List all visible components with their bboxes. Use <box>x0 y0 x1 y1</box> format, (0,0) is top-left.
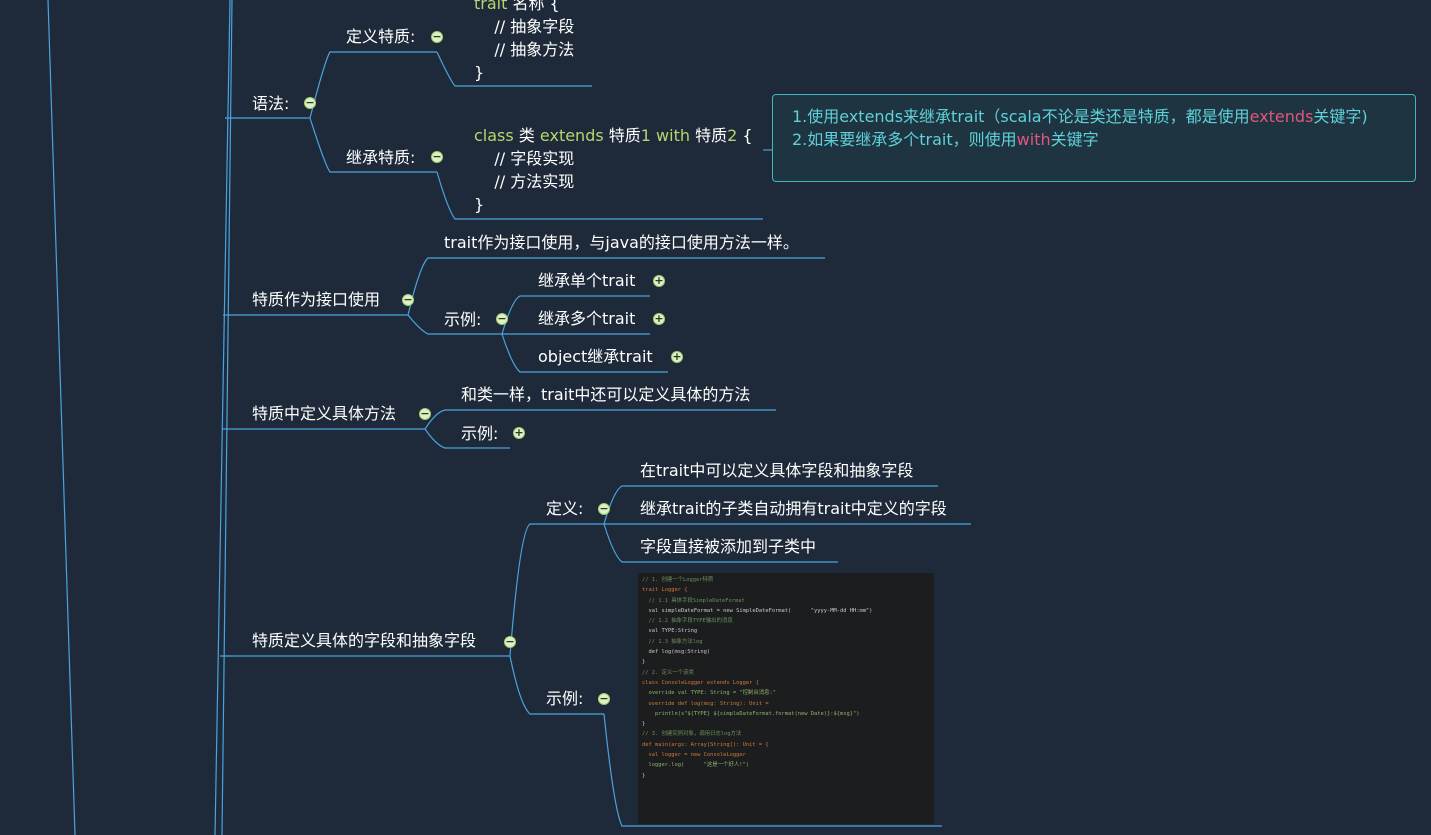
node-as-interface-desc[interactable]: trait作为接口使用，与java的接口使用方法一样。 <box>444 233 799 253</box>
note-line-1: 1.使用extends来继承trait（scala不论是类还是特质，都是使用ex… <box>792 105 1415 128</box>
code-line: override val TYPE: String = "控制台消息:" <box>642 690 777 697</box>
code-line: val logger = new ConsoleLogger <box>642 752 746 759</box>
collapse-icon[interactable]: − <box>419 408 431 420</box>
code-inherit-trait[interactable]: class 类 extends 特质1 with 特质2 { // 字段实现 /… <box>474 124 753 216</box>
node-as-interface[interactable]: 特质作为接口使用 <box>252 290 380 310</box>
expand-icon[interactable]: + <box>671 351 683 363</box>
collapse-icon[interactable]: − <box>431 31 443 43</box>
collapse-icon[interactable]: − <box>598 503 610 515</box>
code-text: // 字段实现 <box>474 149 575 168</box>
keyword-extends: extends <box>539 126 604 145</box>
code-line: val TYPE:String <box>642 628 698 635</box>
code-line: // 1. 创建一个Logger特质 <box>642 577 714 583</box>
collapse-icon[interactable]: − <box>304 97 316 109</box>
code-line: def log(msg:String) <box>642 649 711 656</box>
note-line-2: 2.如果要继承多个trait，则使用with关键字 <box>792 128 1415 151</box>
note-keyword: with <box>1016 130 1051 149</box>
collapse-icon[interactable]: − <box>402 294 414 306</box>
collapse-icon[interactable]: − <box>598 693 610 705</box>
code-text: } <box>474 195 485 214</box>
node-object-trait[interactable]: object继承trait <box>538 347 653 367</box>
code-line: val simpleDateFormat = new SimpleDateFor… <box>642 607 873 614</box>
code-text: 名称 { <box>507 0 560 13</box>
number: 1 <box>640 126 651 145</box>
code-line: // 2. 定义一个该类 <box>642 669 694 676</box>
note-keyword: extends <box>1249 107 1314 126</box>
node-inherit-trait[interactable]: 继承特质: <box>346 148 415 168</box>
code-line: // 1.2 抽象字段TYPE输出的消息 <box>642 618 733 625</box>
code-screenshot-image[interactable]: // 1. 创建一个Logger特质 trait Logger { // 1.1… <box>638 573 934 824</box>
code-line: // 1.3 抽象方法log <box>642 638 703 645</box>
collapse-icon[interactable]: − <box>504 636 516 648</box>
keyword-trait: trait <box>474 0 508 13</box>
code-text: // 方法实现 <box>474 172 575 191</box>
code-line: } <box>642 772 646 779</box>
collapse-icon[interactable]: − <box>496 313 508 325</box>
code-line: } <box>642 721 646 728</box>
code-line: def main(args: Array[String]): Unit = { <box>642 741 769 748</box>
note-text: 关键字 <box>1050 130 1099 149</box>
keyword-class: class <box>474 126 514 145</box>
note-text: 1.使用extends来继承trait（scala不论是类还是特质，都是使用 <box>792 107 1250 126</box>
code-line: println(s"${TYPE} ${simpleDateFormat.for… <box>642 710 860 717</box>
code-line: // 3. 创建实例对象，调用日志log方法 <box>642 731 742 738</box>
code-text: // 抽象字段 <box>474 17 575 36</box>
expand-icon[interactable]: + <box>653 313 665 325</box>
code-line: // 1.1 具体字段SimpleDateFormat <box>642 597 745 604</box>
node-define-trait[interactable]: 定义特质: <box>346 27 415 47</box>
code-line: class ConsoleLogger extends Logger { <box>642 679 759 686</box>
number: 2 <box>727 126 738 145</box>
node-example[interactable]: 示例: <box>461 424 498 444</box>
code-text: 类 <box>513 126 540 145</box>
expand-icon[interactable]: + <box>653 275 665 287</box>
code-text: } <box>474 63 485 82</box>
code-text: // 抽象方法 <box>474 40 575 59</box>
code-line: } <box>642 659 646 666</box>
code-line: trait Logger { <box>642 587 688 594</box>
node-example[interactable]: 示例: <box>546 689 583 709</box>
code-text: { <box>737 126 753 145</box>
keyword-with: with <box>650 126 690 145</box>
node-fields[interactable]: 特质定义具体的字段和抽象字段 <box>252 631 476 651</box>
code-line: override def log(msg: String): Unit = <box>642 700 769 707</box>
code-text: 特质 <box>690 126 728 145</box>
node-example[interactable]: 示例: <box>444 310 481 330</box>
node-multi-trait[interactable]: 继承多个trait <box>538 309 635 329</box>
node-definition[interactable]: 定义: <box>546 499 583 519</box>
code-line: logger.log( "这是一个好人!") <box>642 762 749 769</box>
collapse-icon[interactable]: − <box>431 151 443 163</box>
node-fields-desc-3[interactable]: 字段直接被添加到子类中 <box>640 537 816 557</box>
node-single-trait[interactable]: 继承单个trait <box>538 271 635 291</box>
node-fields-desc-2[interactable]: 继承trait的子类自动拥有trait中定义的字段 <box>640 499 947 519</box>
expand-icon[interactable]: + <box>513 427 525 439</box>
mind-map-canvas: 语法: − 定义特质: − trait 名称 { // 抽象字段 // 抽象方法… <box>0 0 1431 835</box>
code-define-trait[interactable]: trait 名称 { // 抽象字段 // 抽象方法 } <box>474 0 574 84</box>
node-fields-desc-1[interactable]: 在trait中可以定义具体字段和抽象字段 <box>640 461 913 481</box>
note-text: 2.如果要继承多个trait，则使用 <box>792 130 1017 149</box>
node-syntax[interactable]: 语法: <box>252 94 289 114</box>
node-concrete-method-desc[interactable]: 和类一样，trait中还可以定义具体的方法 <box>461 385 750 405</box>
node-concrete-method[interactable]: 特质中定义具体方法 <box>252 404 396 424</box>
note-callout[interactable]: 1.使用extends来继承trait（scala不论是类还是特质，都是使用ex… <box>772 94 1416 182</box>
code-text: 特质 <box>603 126 641 145</box>
note-text: 关键字) <box>1313 107 1368 126</box>
